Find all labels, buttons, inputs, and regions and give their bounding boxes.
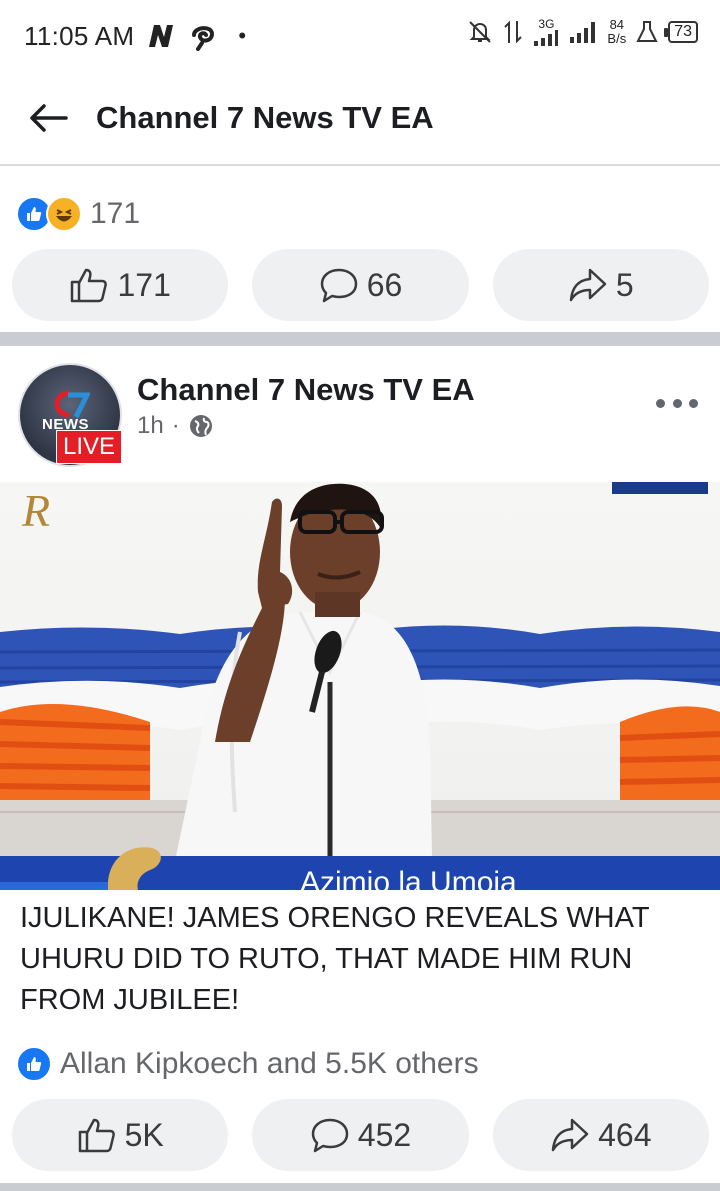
comment-count: 452 — [357, 1116, 412, 1153]
back-arrow-icon — [30, 104, 68, 132]
previous-post-reactions[interactable]: 171 — [16, 196, 140, 232]
dot-icon — [689, 398, 698, 408]
n-app-icon — [149, 25, 174, 47]
app-header: Channel 7 News TV EA — [0, 72, 720, 166]
status-bar: 11:05 AM • 3G 84 B/s 73 — [0, 0, 720, 72]
post-caption: IJULIKANE! JAMES ORENGO REVEALS WHAT UHU… — [20, 902, 650, 1016]
like-button[interactable]: 5K — [12, 1099, 229, 1171]
thumbs-up-icon — [71, 268, 108, 303]
haha-reaction-icon — [46, 196, 82, 232]
broadcast-logo: R — [21, 485, 50, 536]
share-count: 464 — [598, 1116, 652, 1153]
reaction-count: 171 — [90, 197, 141, 230]
signal-icon-2 — [570, 22, 596, 43]
dot-icon — [672, 398, 682, 408]
top-banner — [612, 482, 708, 494]
post-time: 1h — [137, 412, 164, 439]
post-page-name[interactable]: Channel 7 News TV EA — [137, 372, 475, 408]
comment-button[interactable]: 66 — [252, 249, 469, 321]
comment-count: 66 — [366, 266, 403, 303]
post-reactions[interactable]: Allan Kipkoech and 5.5K others — [16, 1046, 479, 1082]
data-transfer-icon — [504, 20, 523, 44]
notification-icons: • — [146, 21, 246, 51]
like-button[interactable]: 171 — [12, 249, 229, 321]
comment-icon — [311, 1118, 349, 1153]
comment-button[interactable]: 452 — [252, 1099, 469, 1171]
reactions-summary: Allan Kipkoech and 5.5K others — [60, 1047, 479, 1080]
bell-off-icon — [469, 21, 492, 43]
like-count: 5K — [124, 1116, 164, 1153]
like-reaction-icon — [16, 1046, 52, 1082]
status-time: 11:05 AM — [24, 20, 135, 51]
share-count: 5 — [615, 266, 634, 303]
post-separator — [0, 1183, 720, 1191]
share-button[interactable]: 5 — [492, 249, 709, 321]
flask-icon — [636, 21, 658, 42]
dot-icon: • — [238, 23, 247, 48]
share-button[interactable]: 464 — [492, 1099, 709, 1171]
thumbs-up-icon — [78, 1118, 115, 1153]
channel7-logo-icon — [54, 390, 90, 419]
like-count: 171 — [117, 266, 171, 303]
network-type: 3G — [533, 18, 559, 46]
dot-icon — [656, 398, 665, 408]
live-badge: LIVE — [56, 430, 123, 464]
signal-icon — [534, 30, 559, 46]
net-speed: 84 B/s — [607, 17, 627, 46]
back-button[interactable] — [0, 71, 96, 165]
battery-indicator: 73 — [664, 21, 698, 43]
share-icon — [569, 268, 607, 302]
comment-icon — [320, 268, 357, 303]
video-frame: R Azimio la Umoja — [0, 482, 720, 890]
video-banner-text: Azimio la Umoja — [300, 866, 517, 890]
post-video[interactable]: R Azimio la Umoja — [0, 482, 720, 890]
post-actions: 5K 452 464 — [12, 1099, 709, 1171]
globe-icon — [189, 415, 212, 437]
post-meta: 1h · — [137, 412, 214, 440]
share-icon — [551, 1118, 589, 1152]
previous-post-actions: 171 66 5 — [12, 249, 709, 321]
meta-dot: · — [171, 412, 180, 439]
page-title: Channel 7 News TV EA — [96, 100, 434, 135]
post-separator — [0, 332, 720, 346]
swirl-app-icon — [192, 26, 215, 51]
more-options-button[interactable] — [656, 388, 698, 418]
status-right: 3G 84 B/s 73 — [467, 18, 698, 46]
